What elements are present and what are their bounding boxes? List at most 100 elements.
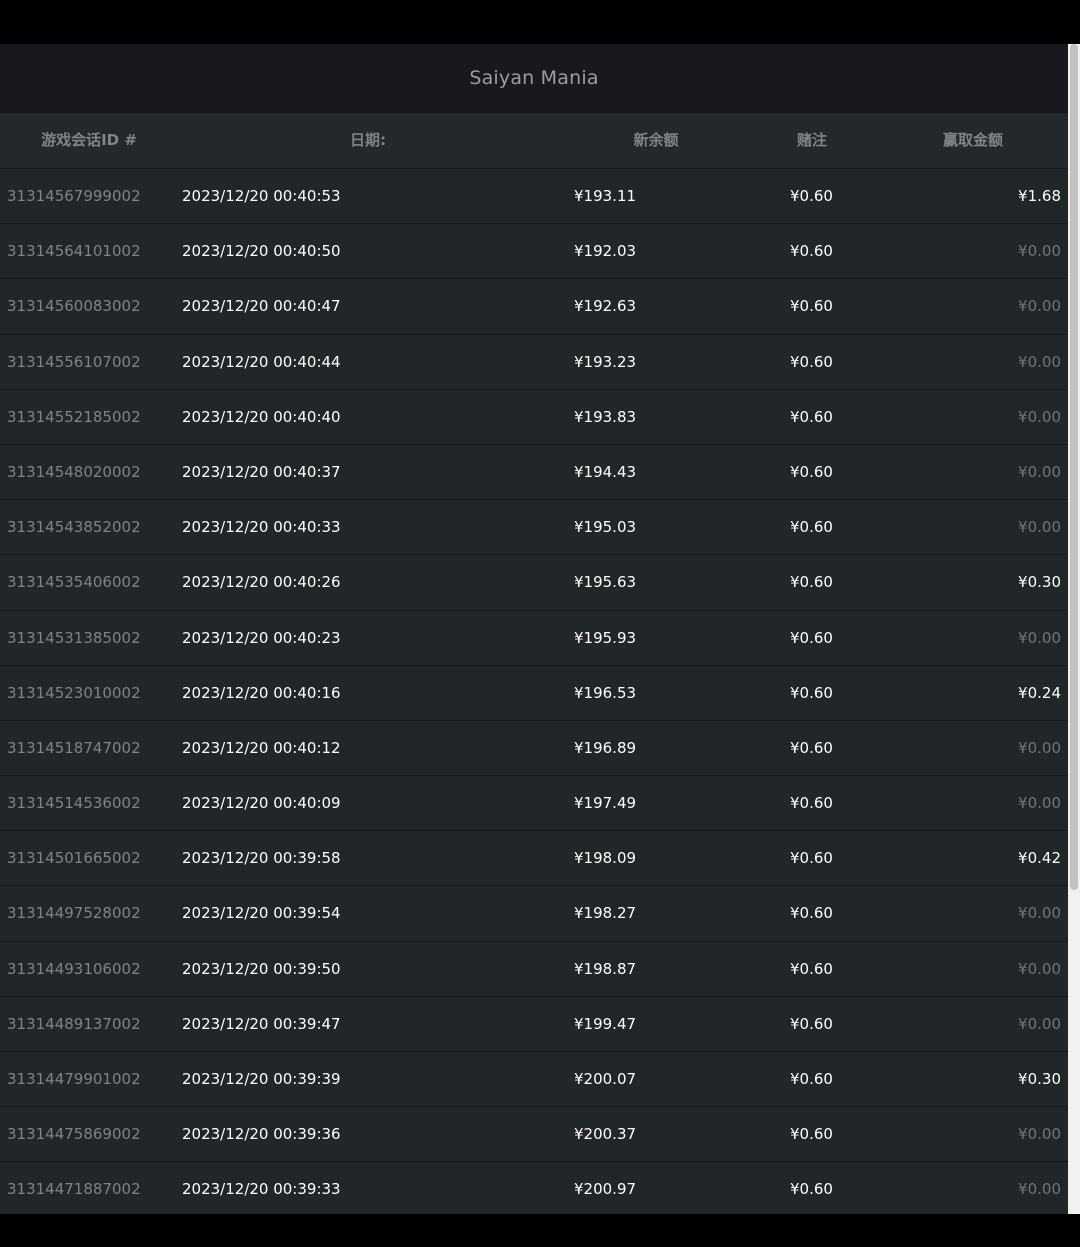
new-balance-cell: ¥196.89 (574, 738, 637, 757)
table-row[interactable]: 31314556107002 2023/12/20 00:40:44 ¥193.23… (0, 334, 1068, 390)
win-cell: ¥0.00 (1018, 352, 1061, 371)
table-row[interactable]: 31314514536002 2023/12/20 00:40:09 ¥197.49… (0, 776, 1068, 832)
bet-cell: ¥0.60 (790, 187, 833, 205)
win-cell: ¥0.00 (1018, 297, 1061, 316)
bet-cell: ¥0.60 (790, 462, 833, 481)
table-row[interactable]: 31314518747002 2023/12/20 00:40:12 ¥196.89… (0, 720, 1068, 777)
scrollbar-thumb[interactable] (1070, 44, 1078, 890)
header-new-balance: 新余额 (633, 131, 679, 149)
new-balance-cell: ¥193.83 (574, 407, 637, 426)
table-row[interactable]: 31314493106002 2023/12/20 00:39:50 ¥198.87… (0, 941, 1068, 997)
bet-cell: ¥0.60 (790, 518, 833, 537)
bet-cell: ¥0.60 (790, 297, 833, 316)
bet-cell: ¥0.60 (790, 1180, 833, 1199)
header-session-id: 游戏会话ID # (41, 131, 137, 149)
table-row[interactable]: 31314560083002 2023/12/20 00:40:47 ¥192.63… (0, 279, 1068, 335)
new-balance-cell: ¥200.07 (574, 1070, 637, 1088)
table-row[interactable]: 31314548020002 2023/12/20 00:40:37 ¥194.43… (0, 444, 1068, 501)
history-panel: Saiyan Mania 游戏会话ID # 日期: 新余额 赌注 赢取金额 31… (0, 44, 1068, 1214)
session-id-cell: 31314493106002 (7, 959, 141, 978)
new-balance-cell: ¥195.63 (574, 573, 637, 592)
new-balance-cell: ¥193.11 (574, 187, 637, 205)
date-cell: 2023/12/20 00:39:33 (182, 1180, 341, 1199)
title-bar: Saiyan Mania (0, 44, 1068, 112)
session-id-cell: 31314552185002 (7, 407, 141, 426)
win-cell: ¥0.00 (1018, 462, 1061, 481)
session-id-cell: 31314489137002 (7, 1014, 141, 1033)
table-row[interactable]: 31314552185002 2023/12/20 00:40:40 ¥193.83… (0, 389, 1068, 445)
header-date: 日期: (350, 131, 386, 149)
session-id-cell: 31314501665002 (7, 849, 141, 868)
session-id-cell: 31314471887002 (7, 1180, 141, 1199)
session-id-cell: 31314497528002 (7, 904, 141, 923)
win-cell: ¥0.00 (1018, 904, 1061, 923)
date-cell: 2023/12/20 00:39:47 (182, 1014, 341, 1033)
table-row[interactable]: 31314479901002 2023/12/20 00:39:39 ¥200.07… (0, 1052, 1068, 1108)
table-header: 游戏会话ID # 日期: 新余额 赌注 赢取金额 (0, 112, 1068, 169)
session-id-cell: 31314543852002 (7, 518, 141, 537)
date-cell: 2023/12/20 00:40:23 (182, 628, 341, 647)
bet-cell: ¥0.60 (790, 849, 833, 868)
new-balance-cell: ¥195.03 (574, 518, 637, 537)
win-cell: ¥0.00 (1018, 1180, 1061, 1199)
header-bet: 赌注 (796, 131, 827, 149)
session-id-cell: 31314560083002 (7, 297, 141, 316)
win-cell: ¥0.00 (1018, 1014, 1061, 1033)
win-cell: ¥0.00 (1018, 628, 1061, 647)
session-id-cell: 31314535406002 (7, 573, 141, 592)
top-black-bar (0, 0, 1080, 44)
table-row[interactable]: 31314489137002 2023/12/20 00:39:47 ¥199.47… (0, 996, 1068, 1052)
session-id-cell: 31314556107002 (7, 352, 141, 371)
table-row[interactable]: 31314475869002 2023/12/20 00:39:36 ¥200.37… (0, 1107, 1068, 1163)
vertical-scrollbar[interactable] (1068, 44, 1080, 1214)
date-cell: 2023/12/20 00:40:33 (182, 518, 341, 537)
bet-cell: ¥0.60 (790, 904, 833, 923)
header-win: 赢取金额 (942, 131, 1003, 149)
session-id-cell: 31314531385002 (7, 628, 141, 647)
date-cell: 2023/12/20 00:40:47 (182, 297, 341, 316)
session-id-cell: 31314567999002 (7, 187, 141, 205)
bet-cell: ¥0.60 (790, 794, 833, 813)
bet-cell: ¥0.60 (790, 683, 833, 702)
win-cell: ¥0.00 (1018, 959, 1061, 978)
session-id-cell: 31314564101002 (7, 242, 141, 261)
bottom-black-bar (0, 1214, 1080, 1247)
new-balance-cell: ¥194.43 (574, 462, 637, 481)
date-cell: 2023/12/20 00:40:53 (182, 187, 341, 205)
bet-cell: ¥0.60 (790, 1125, 833, 1144)
win-cell: ¥0.00 (1018, 1125, 1061, 1144)
session-id-cell: 31314518747002 (7, 738, 141, 757)
win-cell: ¥0.00 (1018, 242, 1061, 261)
session-id-cell: 31314548020002 (7, 462, 141, 481)
new-balance-cell: ¥192.03 (574, 242, 637, 261)
win-cell: ¥0.24 (1018, 683, 1061, 702)
session-id-cell: 31314479901002 (7, 1070, 141, 1088)
table-row[interactable]: 31314497528002 2023/12/20 00:39:54 ¥198.27… (0, 886, 1068, 942)
table-row[interactable]: 31314471887002 2023/12/20 00:39:33 ¥200.97… (0, 1162, 1068, 1214)
table-row[interactable]: 31314523010002 2023/12/20 00:40:16 ¥196.53… (0, 665, 1068, 721)
new-balance-cell: ¥193.23 (574, 352, 637, 371)
bet-cell: ¥0.60 (790, 959, 833, 978)
game-title: Saiyan Mania (469, 67, 599, 89)
table-row[interactable]: 31314501665002 2023/12/20 00:39:58 ¥198.09… (0, 831, 1068, 887)
date-cell: 2023/12/20 00:40:09 (182, 794, 341, 813)
new-balance-cell: ¥198.27 (574, 904, 637, 923)
new-balance-cell: ¥195.93 (574, 628, 637, 647)
table-row[interactable]: 31314531385002 2023/12/20 00:40:23 ¥195.93… (0, 610, 1068, 666)
bet-cell: ¥0.60 (790, 573, 833, 592)
date-cell: 2023/12/20 00:39:54 (182, 904, 341, 923)
win-cell: ¥0.30 (1018, 573, 1061, 592)
bet-cell: ¥0.60 (790, 1014, 833, 1033)
date-cell: 2023/12/20 00:40:16 (182, 683, 341, 702)
table-row[interactable]: 31314543852002 2023/12/20 00:40:33 ¥195.03… (0, 500, 1068, 556)
win-cell: ¥0.00 (1018, 518, 1061, 537)
session-id-cell: 31314514536002 (7, 794, 141, 813)
new-balance-cell: ¥200.97 (574, 1180, 637, 1199)
table-row[interactable]: 31314567999002 2023/12/20 00:40:53 ¥193.11… (0, 169, 1068, 225)
bet-cell: ¥0.60 (790, 1070, 833, 1088)
win-cell: ¥0.42 (1018, 849, 1061, 868)
table-row[interactable]: 31314535406002 2023/12/20 00:40:26 ¥195.63… (0, 555, 1068, 611)
date-cell: 2023/12/20 00:40:44 (182, 352, 341, 371)
bet-cell: ¥0.60 (790, 407, 833, 426)
table-row[interactable]: 31314564101002 2023/12/20 00:40:50 ¥192.03… (0, 224, 1068, 280)
